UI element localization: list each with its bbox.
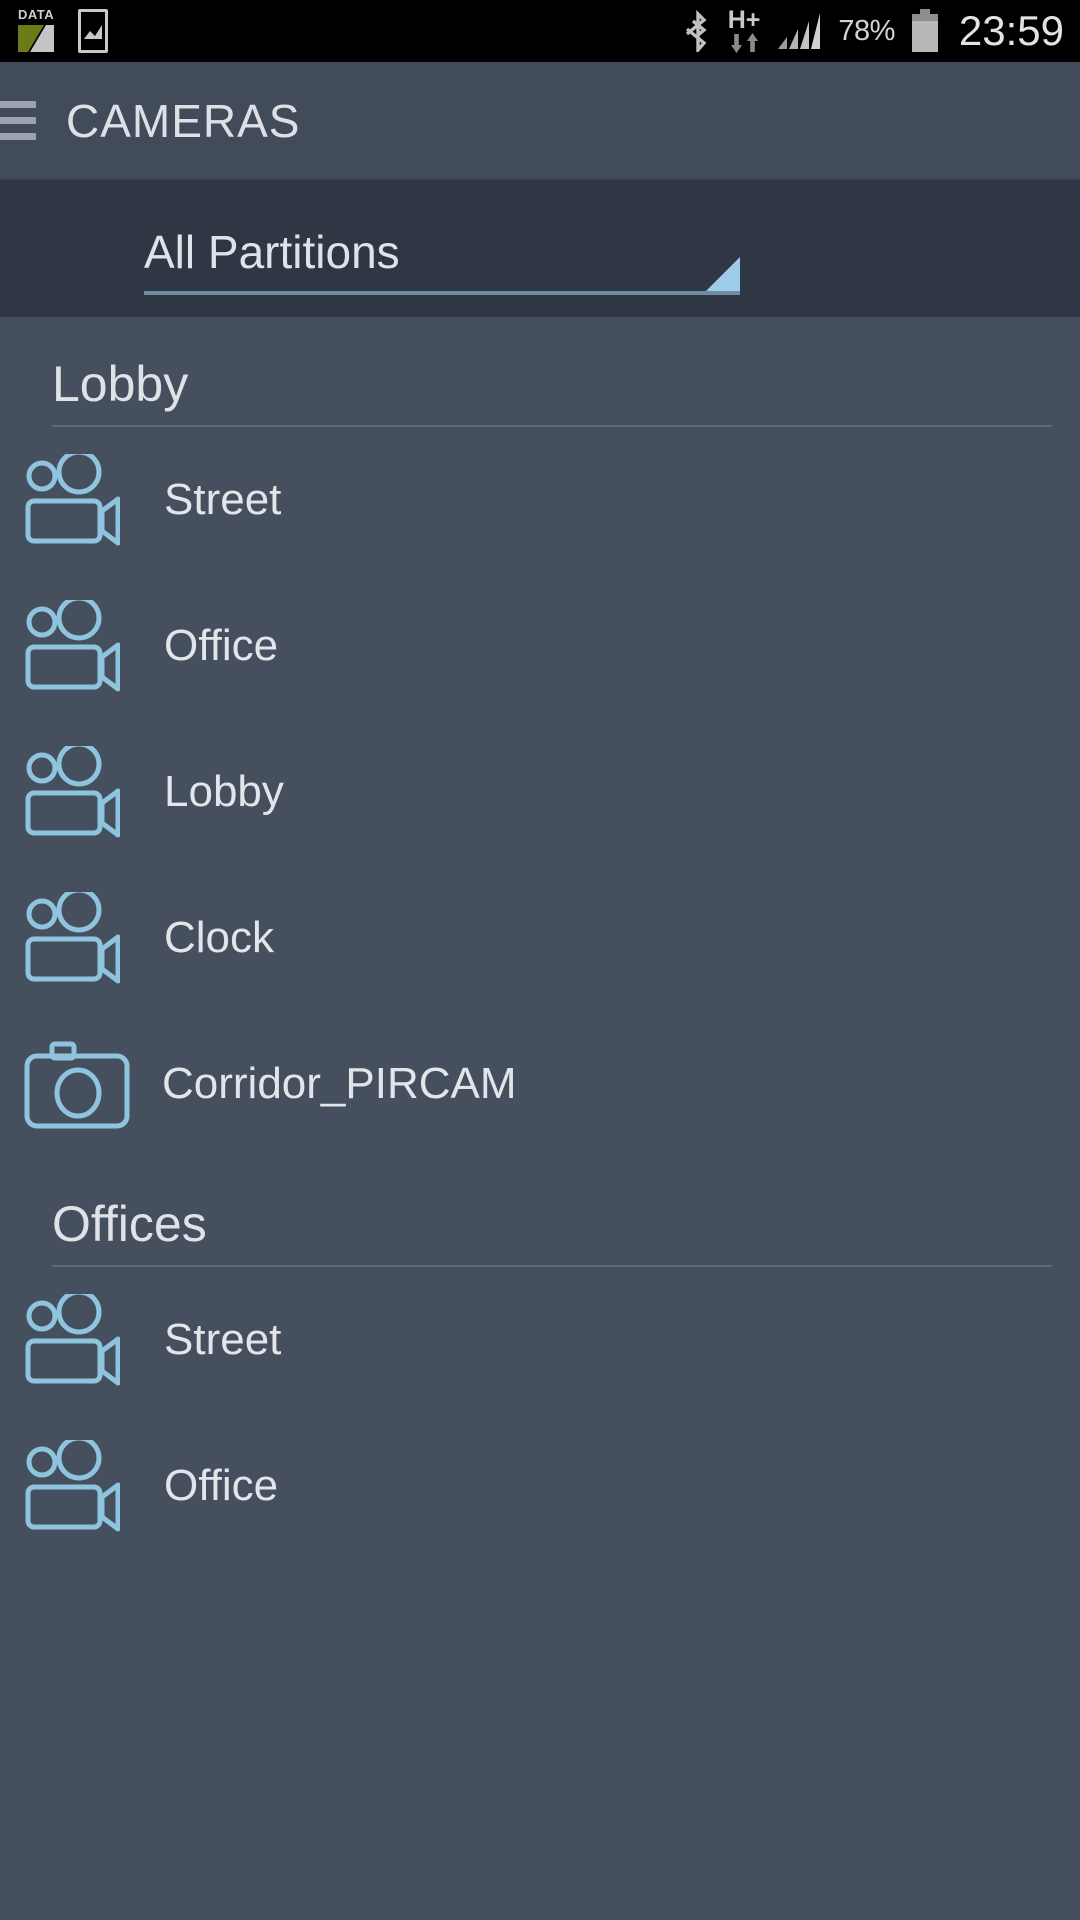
list-item-label: Clock [164, 913, 275, 962]
hamburger-menu-icon[interactable] [0, 101, 40, 140]
screenshot-icon [78, 9, 108, 53]
photo-camera-icon [24, 1038, 142, 1130]
bluetooth-icon [685, 10, 707, 52]
list-item-label: Street [164, 1315, 282, 1364]
status-bar: DATA H+ 78% 23:59 [0, 0, 1080, 62]
data-usage-icon: DATA [16, 7, 60, 54]
dropdown-triangle-icon[interactable] [706, 257, 740, 291]
list-item-label: Corridor_PIRCAM [162, 1059, 517, 1108]
section-title: Lobby [52, 356, 189, 412]
camcorder-icon [24, 1294, 142, 1386]
list-item-label: Lobby [164, 767, 284, 816]
list-item[interactable]: Street [0, 1267, 1080, 1413]
list-item[interactable]: Office [0, 573, 1080, 719]
list-item-label: Office [164, 1461, 279, 1510]
camcorder-icon [24, 454, 142, 546]
hamburger-bar [0, 101, 36, 108]
data-transfer-arrows-icon [729, 32, 760, 54]
hamburger-bar [0, 133, 36, 140]
partition-spinner[interactable]: All Partitions [144, 225, 740, 295]
list-item[interactable]: Street [0, 427, 1080, 573]
battery-percent-label: 78% [838, 14, 895, 47]
camcorder-icon [24, 892, 142, 984]
section-title: Offices [52, 1196, 207, 1252]
page-title: CAMERAS [66, 94, 301, 147]
hsdpa-data-icon: H+ [727, 5, 761, 56]
list-item-label: Office [164, 621, 279, 670]
partition-spinner-value: All Partitions [144, 226, 400, 278]
list-item[interactable]: Office [0, 1413, 1080, 1559]
spinner-underline [144, 291, 740, 295]
hamburger-bar [0, 117, 36, 124]
list-item[interactable]: Clock [0, 865, 1080, 1011]
section-header: Offices [0, 1157, 1080, 1267]
list-item[interactable]: Lobby [0, 719, 1080, 865]
camcorder-icon [24, 1440, 142, 1532]
partition-filter-bar: All Partitions [0, 180, 1080, 317]
screenshot-glyph [84, 25, 102, 39]
network-type-label: H+ [727, 5, 761, 34]
camcorder-icon [24, 600, 142, 692]
data-usage-label: DATA [18, 7, 55, 22]
section-header: Lobby [0, 317, 1080, 427]
status-bar-clock: 23:59 [958, 7, 1064, 54]
app-action-bar: CAMERAS [0, 62, 1080, 180]
list-item[interactable]: Corridor_PIRCAM [0, 1011, 1080, 1157]
camcorder-icon [24, 746, 142, 838]
battery-icon [911, 9, 938, 52]
status-bar-right-icons: H+ 78% 23:59 [684, 6, 1064, 56]
camera-list[interactable]: Lobby Street Office Lobby Clock Corridor… [0, 317, 1080, 1920]
list-item-label: Street [164, 475, 282, 524]
signal-bars-icon [778, 13, 821, 49]
data-usage-glyph [18, 25, 54, 52]
status-bar-left-icons: DATA [16, 7, 108, 54]
